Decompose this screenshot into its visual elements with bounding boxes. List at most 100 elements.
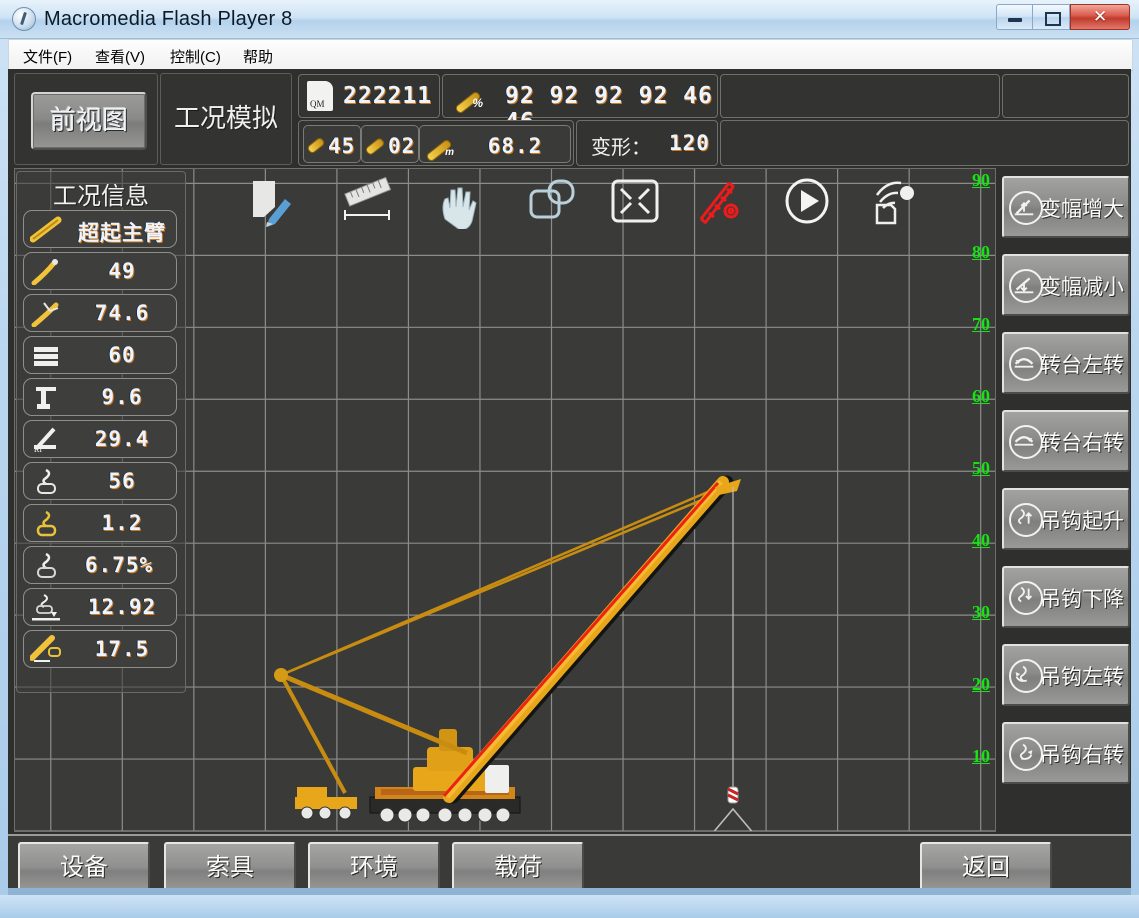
guy-line-rear bbox=[281, 487, 733, 675]
play-icon[interactable] bbox=[777, 175, 833, 229]
hook-rotate-right-button[interactable]: 吊钩右转 bbox=[1002, 722, 1130, 784]
y-tick-90: 90 bbox=[972, 170, 990, 191]
hook-down-button[interactable]: 吊钩下降 bbox=[1002, 566, 1130, 628]
info-value-10: 17.5 bbox=[68, 637, 176, 661]
select-shapes-icon[interactable] bbox=[523, 175, 579, 229]
readout-qm: 222211 bbox=[298, 74, 440, 118]
boom-radius-icon bbox=[30, 635, 62, 663]
boom-icon bbox=[30, 215, 62, 243]
hook-ccw-icon bbox=[1009, 659, 1043, 693]
boom-percent-icon: % bbox=[453, 83, 483, 109]
y-tick-20: 20 bbox=[972, 674, 990, 695]
slew-right-button[interactable]: 转台右转 bbox=[1002, 410, 1130, 472]
fit-screen-icon[interactable] bbox=[605, 175, 661, 229]
boom-down-icon bbox=[1009, 269, 1043, 303]
window-title: Macromedia Flash Player 8 bbox=[44, 8, 292, 31]
slew-left-icon bbox=[1009, 347, 1043, 381]
info-value-8: 6.75% bbox=[62, 553, 176, 577]
luffing-decrease-button-label: 变幅减小 bbox=[1040, 271, 1124, 301]
wifi-export-icon[interactable] bbox=[863, 175, 919, 229]
info-value-2: 74.6 bbox=[68, 301, 176, 325]
load-sling bbox=[701, 809, 765, 831]
equipment-label: 设备 bbox=[20, 844, 148, 892]
jib-icon bbox=[30, 257, 62, 285]
hook-down-icon bbox=[1009, 581, 1043, 615]
readout-blank-1 bbox=[720, 74, 1000, 118]
info-value-3: 60 bbox=[68, 343, 176, 367]
counterweight-icon bbox=[30, 341, 62, 369]
hook-rotate-right-button-label: 吊钩右转 bbox=[1040, 739, 1124, 769]
window-title-bar: Macromedia Flash Player 8 ✕ bbox=[0, 0, 1139, 39]
info-row-jib[interactable]: 49 bbox=[23, 252, 177, 290]
qm-value: 222211 bbox=[343, 83, 432, 109]
close-button[interactable]: ✕ bbox=[1070, 4, 1130, 30]
minimize-button[interactable] bbox=[996, 4, 1034, 30]
info-row-jib-angle[interactable]: 74.6 bbox=[23, 294, 177, 332]
info-panel-title: 工况信息 bbox=[17, 176, 185, 211]
flash-player-window: Macromedia Flash Player 8 ✕ 文件(F) 查看(V) … bbox=[0, 0, 1139, 918]
deform-value: 120 bbox=[669, 131, 710, 155]
tab-front-view[interactable]: 前视图 bbox=[14, 73, 158, 165]
main-boom bbox=[444, 479, 741, 797]
simulation-label: 工况模拟 bbox=[161, 74, 291, 162]
menu-control[interactable]: 控制(C) bbox=[164, 44, 227, 69]
luffing-decrease-button[interactable]: 变幅减小 bbox=[1002, 254, 1130, 316]
hook-pct-icon bbox=[30, 551, 62, 579]
info-row-crane-body[interactable]: RI 29.4 bbox=[23, 420, 177, 458]
boom-icon bbox=[364, 130, 384, 156]
y-tick-40: 40 bbox=[972, 530, 990, 551]
mast-back-stay bbox=[281, 675, 345, 793]
condition-info-panel: 工况信息 超起主臂 49 74.6 60 9.6 RI bbox=[16, 171, 186, 693]
deform-label: 变形： bbox=[591, 131, 651, 160]
info-row-boom-radius[interactable]: 17.5 bbox=[23, 630, 177, 668]
tab-simulation[interactable]: 工况模拟 bbox=[160, 73, 292, 165]
maximize-button[interactable] bbox=[1032, 4, 1070, 30]
info-value-4: 9.6 bbox=[68, 385, 176, 409]
y-axis: 102030405060708090 bbox=[948, 168, 994, 830]
rigging-label: 索具 bbox=[166, 844, 294, 892]
hook-down-button-label: 吊钩下降 bbox=[1040, 583, 1124, 613]
info-row-hook-height[interactable]: 12.92 bbox=[23, 588, 177, 626]
crane-body-icon: RI bbox=[30, 425, 62, 453]
pan-hand-icon[interactable] bbox=[429, 175, 485, 229]
slew-left-button[interactable]: 转台左转 bbox=[1002, 332, 1130, 394]
luffing-increase-button[interactable]: 变幅增大 bbox=[1002, 176, 1130, 238]
hook-cw-icon bbox=[1009, 737, 1043, 771]
info-row-mast[interactable]: 9.6 bbox=[23, 378, 177, 416]
front-view-label: 前视图 bbox=[33, 94, 145, 146]
y-tick-30: 30 bbox=[972, 602, 990, 623]
info-row-hook-load[interactable]: 1.2 bbox=[23, 504, 177, 542]
measure-ruler-icon[interactable] bbox=[335, 175, 391, 229]
angle-b-value: 02 bbox=[388, 134, 415, 158]
hook-up-button[interactable]: 吊钩起升 bbox=[1002, 488, 1130, 550]
annotate-pencil-icon[interactable] bbox=[243, 175, 299, 229]
hook-rotate-left-button-label: 吊钩左转 bbox=[1040, 661, 1124, 691]
info-row-boom[interactable]: 超起主臂 bbox=[23, 210, 177, 248]
angle-cell-a: 45 bbox=[303, 125, 361, 163]
info-row-hook[interactable]: 56 bbox=[23, 462, 177, 500]
luffing-increase-button-label: 变幅增大 bbox=[1040, 193, 1124, 223]
front-view-button[interactable]: 前视图 bbox=[31, 92, 147, 150]
hook-rotate-left-button[interactable]: 吊钩左转 bbox=[1002, 644, 1130, 706]
menu-help[interactable]: 帮助 bbox=[237, 44, 279, 69]
slew-right-icon bbox=[1009, 425, 1043, 459]
readout-deformation: 变形： 120 bbox=[576, 120, 718, 166]
back-label: 返回 bbox=[922, 844, 1050, 892]
hook-up-icon bbox=[1009, 503, 1043, 537]
info-row-hook-pct[interactable]: 6.75% bbox=[23, 546, 177, 584]
menu-view[interactable]: 查看(V) bbox=[89, 44, 151, 69]
length-cell: m 68.2 bbox=[419, 125, 571, 163]
y-tick-60: 60 bbox=[972, 386, 990, 407]
crane-red-icon[interactable] bbox=[687, 175, 743, 229]
menu-file[interactable]: 文件(F) bbox=[17, 44, 78, 69]
boom-up-icon bbox=[1009, 191, 1043, 225]
menu-bar: 文件(F) 查看(V) 控制(C) 帮助 bbox=[8, 39, 1133, 71]
y-tick-50: 50 bbox=[972, 458, 990, 479]
info-value-0: 超起主臂 bbox=[68, 217, 176, 247]
hook-icon bbox=[30, 467, 62, 495]
info-value-5: 29.4 bbox=[68, 427, 176, 451]
length-value: 68.2 bbox=[466, 134, 564, 158]
info-row-counterweight[interactable]: 60 bbox=[23, 336, 177, 374]
boom-length-icon: m bbox=[424, 131, 454, 157]
y-tick-70: 70 bbox=[972, 314, 990, 335]
